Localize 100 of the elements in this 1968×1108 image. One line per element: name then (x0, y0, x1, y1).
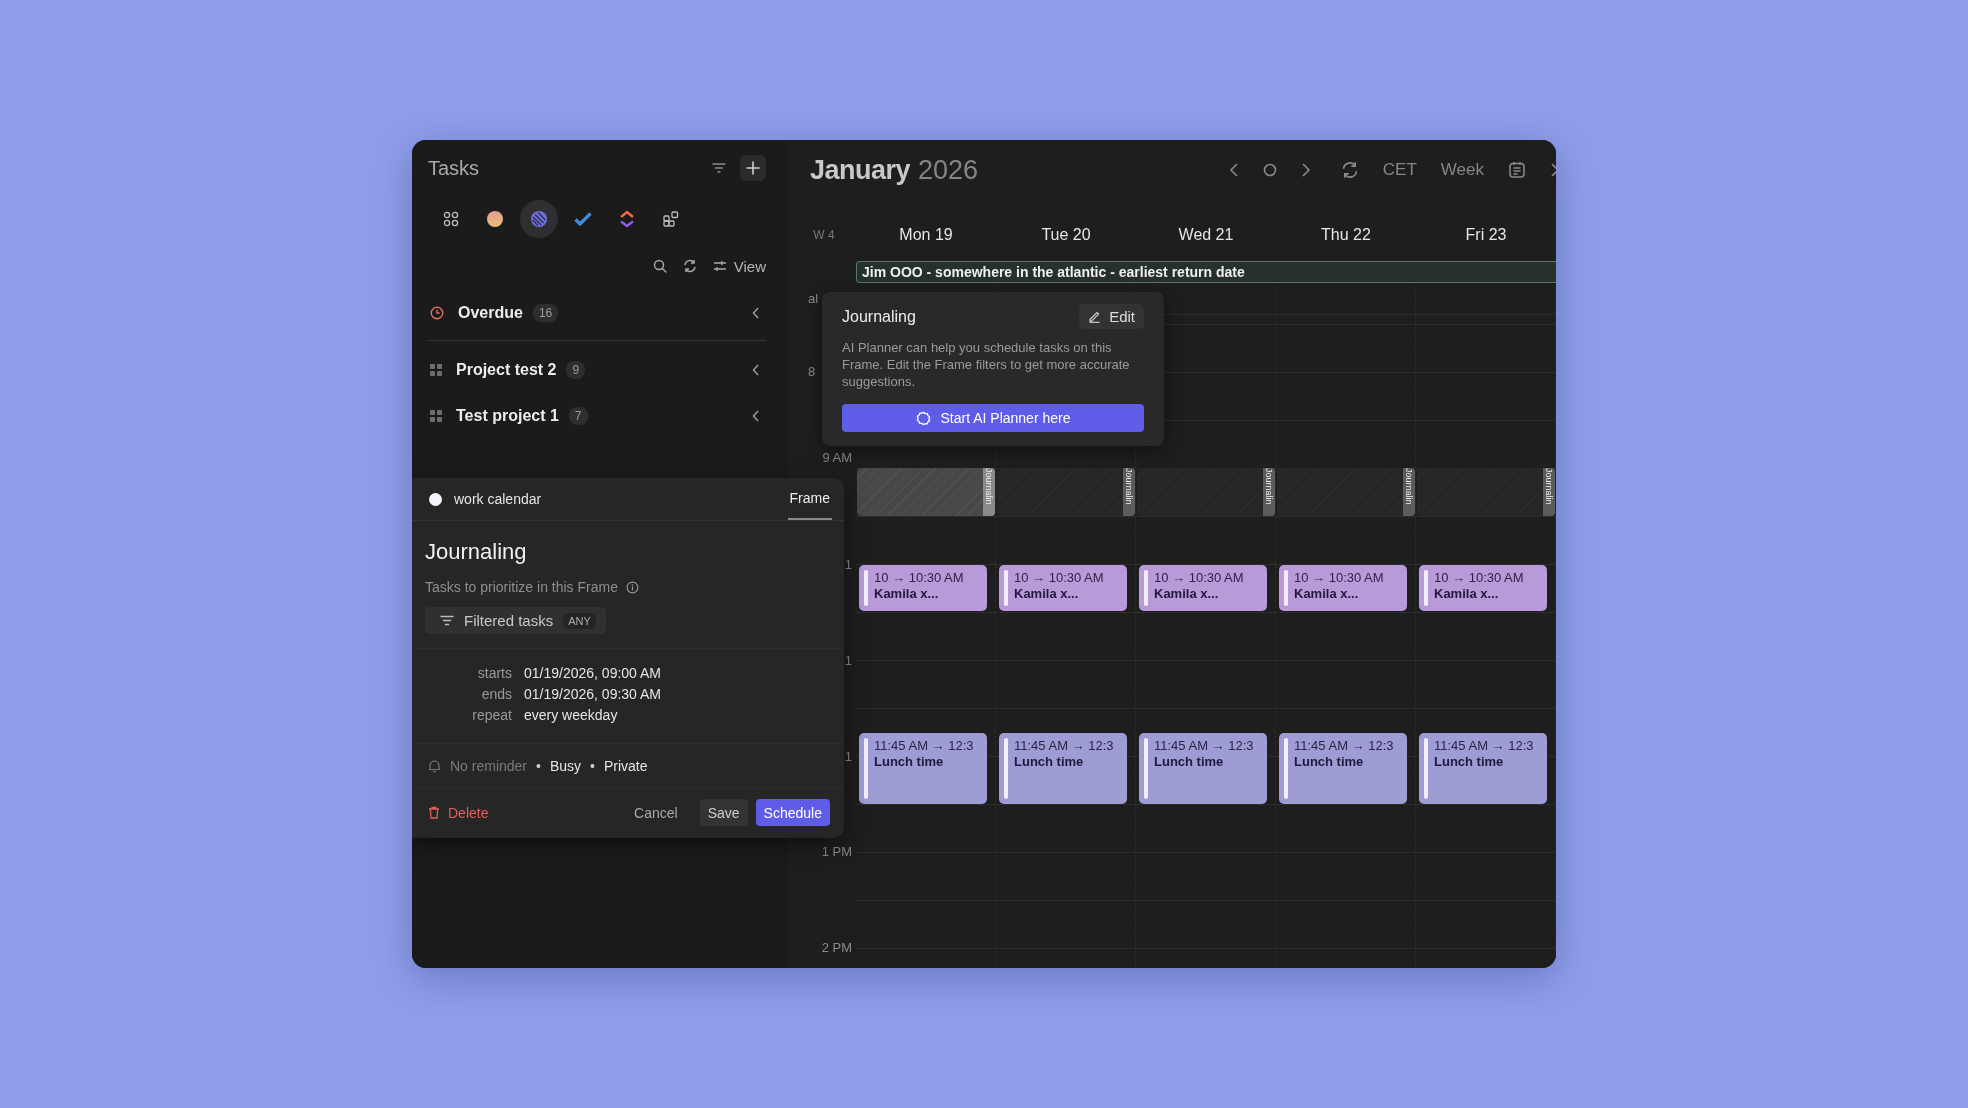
event-card[interactable]: 11:45 AM → 12:3 Lunch time (1279, 733, 1407, 804)
day-header[interactable]: Mon 19 (856, 226, 996, 244)
edit-button[interactable]: Edit (1079, 304, 1144, 329)
today-icon[interactable] (1262, 163, 1277, 177)
sidebar-title: Tasks (428, 156, 480, 180)
separator-dot: • (590, 758, 595, 774)
event-time: 11:45 AM → 12:3 (1014, 738, 1115, 754)
event-card[interactable]: 10 → 10:30 AM Kamila x... (1419, 565, 1547, 611)
event-card[interactable]: 11:45 AM → 12:3 Lunch time (859, 733, 987, 804)
popover-title: Journaling (842, 307, 916, 326)
delete-button[interactable]: Delete (428, 799, 497, 826)
filter-icon[interactable] (712, 162, 726, 174)
event-setting[interactable]: Busy (549, 758, 582, 774)
chevron-left-icon[interactable] (1228, 162, 1239, 178)
filter-badge: ANY (563, 612, 596, 629)
group-title[interactable]: Test project 1 (456, 407, 559, 425)
frame-block[interactable]: Journalin (997, 468, 1135, 516)
start-planner-button[interactable]: Start AI Planner here (842, 404, 1144, 432)
frame-label: Journalin (1123, 468, 1135, 516)
event-card[interactable]: 11:45 AM → 12:3 Lunch time (999, 733, 1127, 804)
event-time: 10 → 10:30 AM (1154, 570, 1245, 586)
save-button[interactable]: Save (699, 799, 748, 826)
event-title: Kamila x... (1014, 586, 1080, 602)
sliders-icon (712, 260, 727, 272)
field-value[interactable]: 01/19/2026, 09:30 AM (524, 686, 661, 702)
group-title[interactable]: Project test 2 (456, 361, 557, 379)
blocks-icon (663, 211, 679, 227)
event-time: 11:45 AM → 12:3 (1294, 738, 1395, 754)
event-card[interactable]: 11:45 AM → 12:3 Lunch time (1139, 733, 1267, 804)
time-label: al (808, 291, 819, 307)
event-title[interactable]: Journaling (425, 539, 844, 565)
frame-label: Journalin (983, 468, 995, 516)
filter-icon (440, 615, 454, 626)
trash-icon (428, 806, 440, 819)
editor-tab[interactable]: Frame (787, 478, 832, 520)
chevron-left-icon[interactable] (752, 307, 760, 319)
schedule-button[interactable]: Schedule (755, 799, 830, 826)
day-header[interactable]: Thu 22 (1276, 226, 1416, 244)
separator-dot: • (536, 758, 541, 774)
view-mode-button[interactable]: Week (1440, 160, 1484, 180)
frame-block[interactable]: Journalin (1277, 468, 1415, 516)
field-label: starts (476, 665, 512, 681)
event-title: Kamila x... (874, 586, 940, 602)
timezone-button[interactable]: CET (1382, 160, 1417, 180)
event-time: 11:45 AM → 12:3 (874, 738, 975, 754)
frame-label: Journalin (1263, 468, 1275, 516)
source-button[interactable] (520, 200, 558, 238)
event-title: Lunch time (1014, 754, 1085, 770)
view-button[interactable]: View (712, 257, 766, 275)
chevron-left-icon[interactable] (752, 410, 760, 422)
event-card[interactable]: 10 → 10:30 AM Kamila x... (859, 565, 987, 611)
event-title: Lunch time (874, 754, 945, 770)
event-card[interactable]: 11:45 AM → 12:3 Lunch time (1419, 733, 1547, 804)
day-header[interactable]: Tue 20 (996, 226, 1136, 244)
refresh-icon[interactable] (1340, 161, 1359, 179)
event-card[interactable]: 10 → 10:30 AM Kamila x... (999, 565, 1127, 611)
all-day-event[interactable]: Jim OOO - somewhere in the atlantic - earliest return date (856, 261, 1556, 283)
calendar-icon[interactable] (1508, 161, 1526, 179)
project-icon (430, 410, 442, 422)
grid-icon (443, 211, 459, 227)
day-header[interactable]: Fri 23 (1416, 226, 1556, 244)
filtered-tasks-button[interactable]: Filtered tasks ANY (425, 607, 606, 634)
frame-block[interactable]: Journalin (1137, 468, 1275, 516)
field-value[interactable]: every weekday (524, 707, 618, 723)
event-setting[interactable]: Private (603, 758, 648, 774)
year-title: 2026 (918, 154, 979, 186)
reminder-setting[interactable]: No reminder (450, 758, 528, 774)
add-button[interactable] (740, 155, 766, 181)
search-icon[interactable] (652, 259, 667, 273)
time-label: 9 AM (822, 450, 852, 466)
striped-circle-icon (530, 210, 548, 228)
day-header[interactable]: Wed 21 (1136, 226, 1276, 244)
event-time: 10 → 10:30 AM (874, 570, 965, 586)
field-label: ends (480, 686, 512, 702)
count-badge: 16 (532, 304, 559, 322)
calendar-name[interactable]: work calendar (454, 491, 542, 507)
event-card[interactable]: 10 → 10:30 AM Kamila x... (1279, 565, 1407, 611)
chevrons-icon (619, 210, 635, 228)
frame-label: Journalin (1403, 468, 1415, 516)
event-card[interactable]: 10 → 10:30 AM Kamila x... (1139, 565, 1267, 611)
orb-icon (486, 210, 504, 228)
event-time: 10 → 10:30 AM (1434, 570, 1525, 586)
frame-block[interactable]: Journalin (1417, 468, 1555, 516)
frame-hint: Tasks to prioritize in this Frame (425, 579, 618, 595)
field-value[interactable]: 01/19/2026, 09:00 AM (524, 665, 661, 681)
plus-icon (746, 161, 760, 175)
count-badge: 9 (566, 361, 586, 379)
group-title[interactable]: Overdue (458, 304, 523, 322)
badge-icon (915, 410, 931, 426)
event-title: Kamila x... (1154, 586, 1220, 602)
time-label: 8 (808, 364, 816, 380)
project-icon (430, 364, 442, 376)
event-title: Lunch time (1154, 754, 1225, 770)
month-title: January (810, 154, 911, 186)
chevron-left-icon[interactable] (752, 364, 760, 376)
cancel-button[interactable]: Cancel (626, 799, 686, 826)
frame-label: Journalin (1543, 468, 1555, 516)
refresh-icon[interactable] (682, 259, 697, 273)
chevron-right-icon[interactable] (1300, 162, 1311, 178)
info-icon[interactable] (625, 580, 639, 594)
